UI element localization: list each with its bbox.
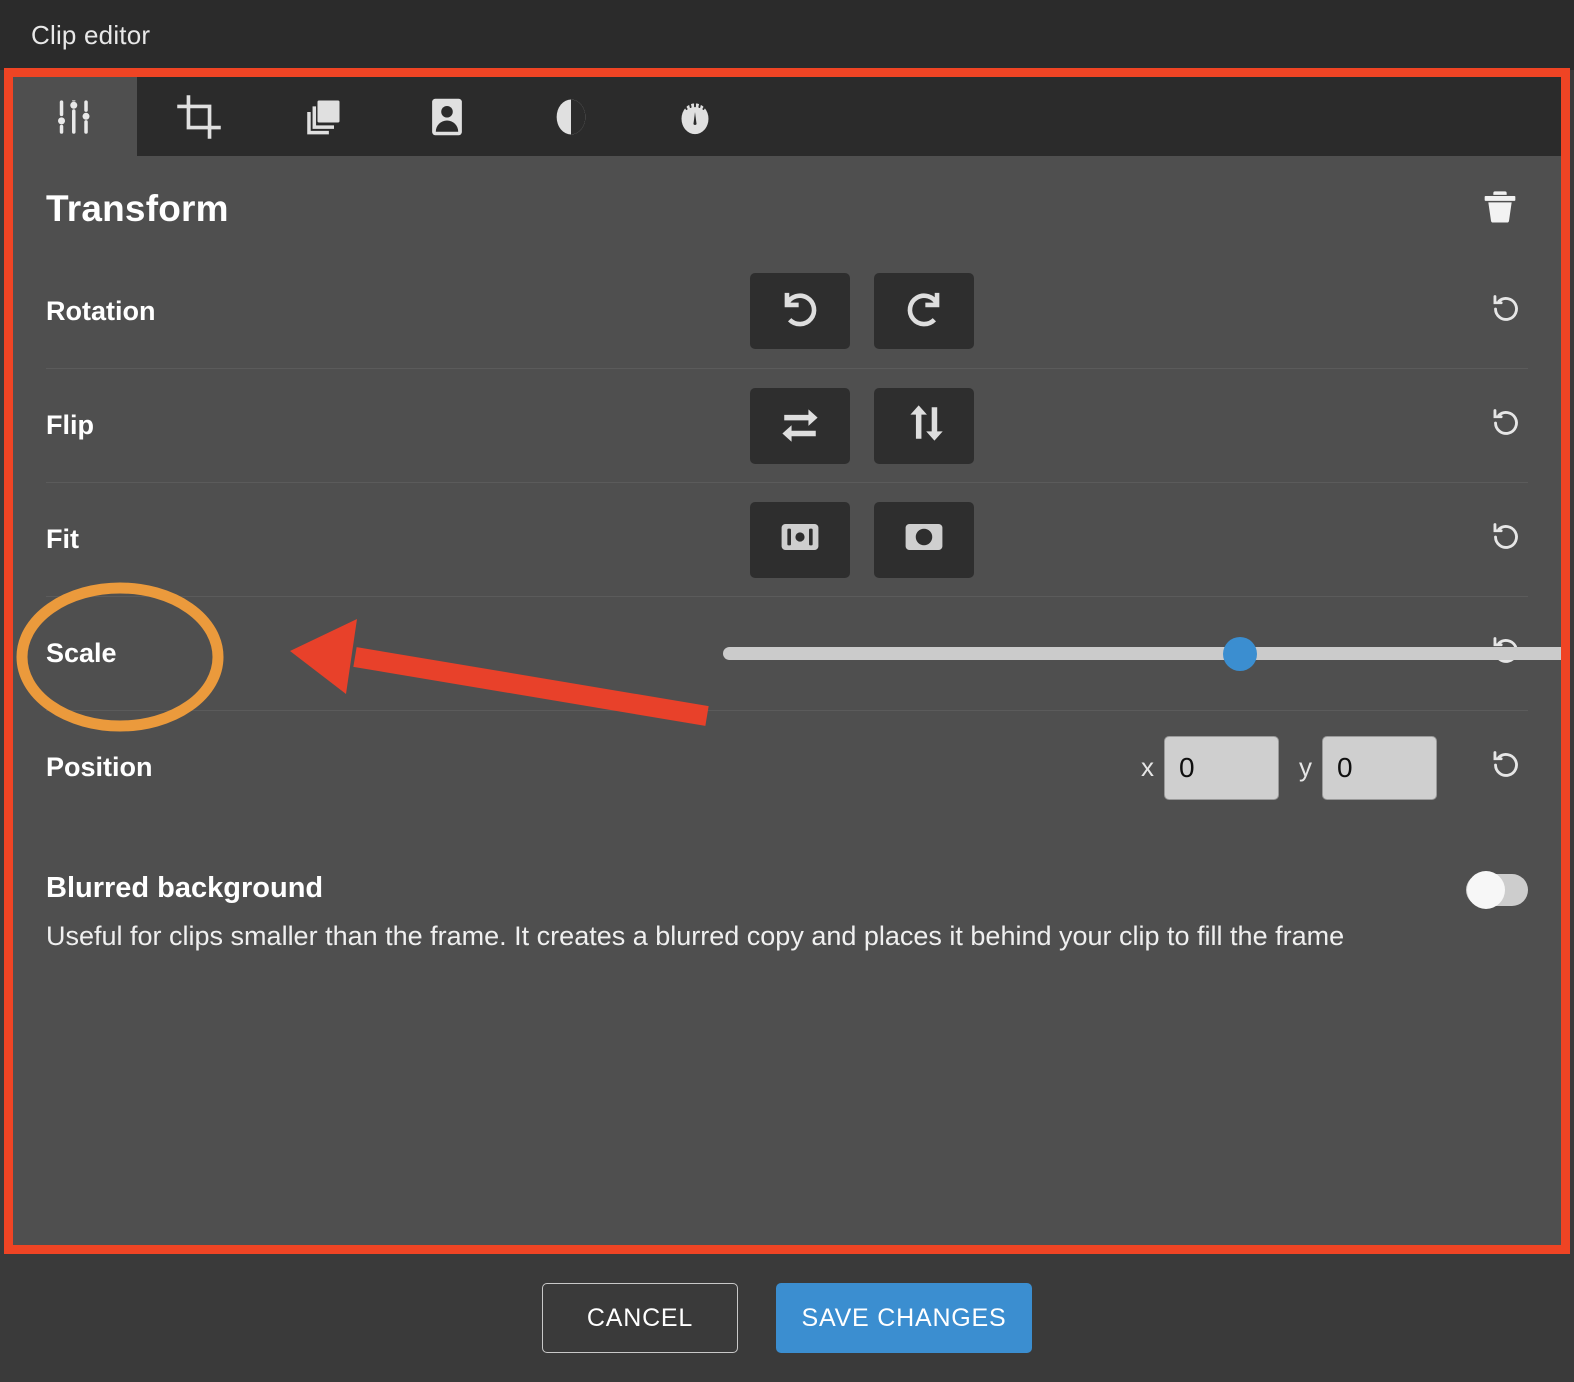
tab-portrait[interactable] [385, 77, 509, 156]
toggle-knob [1467, 871, 1505, 909]
dialog-footer: CANCEL SAVE CHANGES [0, 1254, 1574, 1382]
flip-reset-button[interactable] [1484, 404, 1528, 448]
fit-letterbox-icon [777, 514, 823, 565]
fit-reset-button[interactable] [1484, 518, 1528, 562]
fill-frame-button[interactable] [874, 502, 974, 578]
window-title: Clip editor [31, 20, 150, 51]
editor-tabbar [13, 77, 1561, 156]
scale-slider-thumb[interactable] [1223, 637, 1257, 671]
tab-color[interactable] [509, 77, 633, 156]
row-flip: Flip [46, 368, 1528, 482]
tab-crop[interactable] [137, 77, 261, 156]
speedometer-icon [674, 96, 716, 138]
position-reset-button[interactable] [1484, 746, 1528, 790]
trash-icon [1480, 187, 1520, 232]
section-header: Transform [13, 156, 1561, 254]
position-x-label: x [1141, 752, 1154, 783]
blurred-background-toggle[interactable] [1466, 874, 1528, 906]
clip-editor-panel: Transform Rotation [13, 77, 1561, 1245]
flip-vertical-icon [902, 401, 946, 450]
rotate-right-button[interactable] [874, 273, 974, 349]
rotate-left-button[interactable] [750, 273, 850, 349]
fit-label: Fit [46, 524, 476, 555]
rotate-right-icon [901, 286, 947, 337]
sliders-icon [54, 96, 96, 138]
tab-layers[interactable] [261, 77, 385, 156]
cancel-button[interactable]: CANCEL [542, 1283, 738, 1353]
row-position: Position x y [46, 710, 1528, 824]
position-x-input[interactable] [1164, 736, 1279, 800]
rotation-label: Rotation [46, 296, 476, 327]
scale-label: Scale [46, 638, 476, 669]
save-changes-button[interactable]: SAVE CHANGES [776, 1283, 1032, 1353]
fill-frame-icon [901, 514, 947, 565]
rotation-reset-button[interactable] [1484, 289, 1528, 333]
page-title: Transform [46, 188, 229, 230]
contrast-icon [550, 96, 592, 138]
position-y-input[interactable] [1322, 736, 1437, 800]
reset-icon [1489, 406, 1523, 445]
reset-icon [1489, 748, 1523, 787]
fit-letterbox-button[interactable] [750, 502, 850, 578]
clip-editor-window: Clip editor [0, 0, 1574, 1382]
flip-vertical-button[interactable] [874, 388, 974, 464]
position-y-label: y [1299, 752, 1312, 783]
blurred-background-description: Useful for clips smaller than the frame.… [46, 917, 1466, 956]
position-label: Position [46, 752, 476, 783]
flip-horizontal-icon [778, 401, 822, 450]
flip-horizontal-button[interactable] [750, 388, 850, 464]
row-fit: Fit [46, 482, 1528, 596]
delete-effect-button[interactable] [1477, 186, 1523, 232]
titlebar: Clip editor [0, 0, 1574, 70]
reset-icon [1489, 292, 1523, 331]
rotate-left-icon [777, 286, 823, 337]
reset-icon [1489, 520, 1523, 559]
layers-icon [301, 95, 345, 139]
flip-label: Flip [46, 410, 476, 441]
person-icon [426, 96, 468, 138]
scale-slider-track[interactable] [723, 647, 1561, 660]
scale-slider[interactable] [723, 639, 1561, 669]
blurred-background-title: Blurred background [46, 872, 1523, 905]
row-rotation: Rotation [46, 254, 1528, 368]
transform-rows: Rotation [13, 254, 1561, 824]
row-scale: Scale [46, 596, 1528, 710]
crop-icon [176, 94, 222, 140]
blurred-background-section: Blurred background Useful for clips smal… [13, 824, 1561, 956]
tab-speed[interactable] [633, 77, 757, 156]
tab-adjust[interactable] [13, 77, 137, 156]
